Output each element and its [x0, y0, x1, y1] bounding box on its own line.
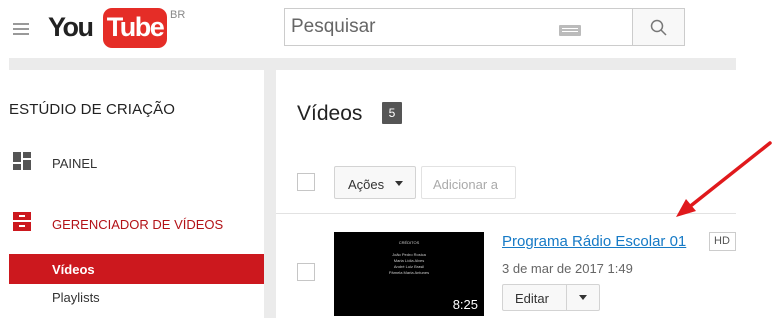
search-input[interactable] — [285, 9, 545, 45]
logo-tube-text: Tube — [106, 12, 165, 42]
sidebar-gutter — [264, 70, 276, 318]
chevron-down-icon — [579, 295, 587, 300]
video-duration: 8:25 — [452, 297, 478, 312]
edit-label: Editar — [515, 291, 549, 306]
actions-dropdown-button[interactable]: Ações — [334, 166, 416, 199]
sidebar-item-painel[interactable]: PAINEL — [0, 150, 264, 178]
actions-label: Ações — [348, 177, 385, 192]
video-manager-icon — [13, 212, 31, 231]
sidebar-item-video-manager[interactable]: GERENCIADOR DE VÍDEOS — [0, 210, 264, 238]
search-box — [284, 8, 632, 46]
logo-tube-box: Tube — [103, 8, 167, 48]
edit-button[interactable]: Editar — [503, 285, 566, 310]
sidebar-item-label: PAINEL — [52, 156, 98, 171]
credits-name: Pâmela Maria Antunes — [388, 270, 430, 275]
add-to-label: Adicionar a — [433, 177, 499, 192]
sidebar-subitem-videos[interactable]: Vídeos — [9, 254, 264, 284]
divider — [276, 213, 736, 214]
video-date: 3 de mar de 2017 1:49 — [502, 261, 633, 276]
video-title-link[interactable]: Programa Rádio Escolar 01 — [502, 233, 686, 250]
hd-badge: HD — [709, 232, 736, 251]
edit-button-group: Editar — [502, 284, 600, 311]
page-title: Vídeos — [297, 102, 363, 125]
sidebar-subitem-playlists[interactable]: Playlists — [9, 284, 264, 314]
add-to-button: Adicionar a — [421, 166, 516, 199]
dashboard-icon — [13, 152, 31, 170]
video-count-badge: 5 — [382, 102, 402, 124]
chevron-down-icon — [395, 181, 403, 186]
edit-menu-button[interactable] — [567, 285, 599, 310]
select-all-checkbox[interactable] — [297, 173, 315, 191]
keyboard-icon[interactable] — [559, 25, 581, 36]
region-label: BR — [170, 9, 186, 21]
studio-title: ESTÚDIO DE CRIAÇÃO — [9, 101, 175, 118]
sidebar-item-label: GERENCIADOR DE VÍDEOS — [52, 217, 224, 232]
header-divider — [9, 58, 736, 70]
search-button[interactable] — [632, 8, 685, 46]
video-row-checkbox[interactable] — [297, 263, 315, 281]
thumbnail-credits: CRÉDITOS João Pedro Rosica Maria Lídia A… — [334, 240, 484, 276]
menu-icon[interactable] — [13, 23, 29, 35]
search-icon — [650, 19, 667, 36]
video-thumbnail[interactable]: CRÉDITOS João Pedro Rosica Maria Lídia A… — [334, 232, 484, 316]
credits-heading: CRÉDITOS — [398, 240, 420, 245]
sidebar-subitem-label: Vídeos — [52, 262, 95, 277]
sidebar-subitem-label: Playlists — [52, 290, 100, 305]
logo-you-text: You — [48, 12, 94, 42]
